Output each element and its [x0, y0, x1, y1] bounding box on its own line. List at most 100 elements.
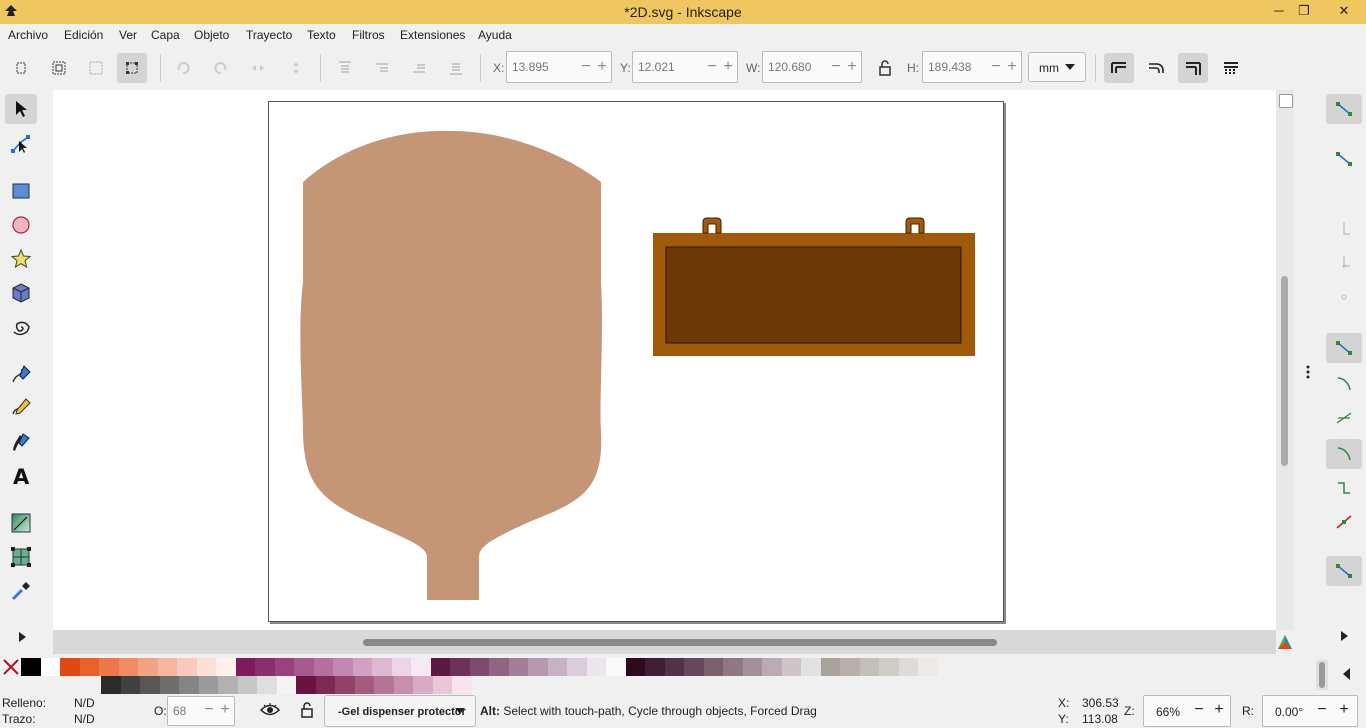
opacity-decrement-button[interactable]: −	[202, 701, 216, 719]
color-swatch[interactable]	[333, 658, 353, 676]
raise-icon[interactable]	[367, 53, 397, 83]
raise-to-top-icon[interactable]	[330, 53, 360, 83]
color-swatch[interactable]	[79, 658, 99, 676]
vertical-scrollbar[interactable]	[1276, 90, 1294, 630]
snap-bbox-midpoint-icon[interactable]	[1326, 282, 1362, 312]
menu-objeto[interactable]: Objeto	[194, 28, 229, 42]
color-swatch[interactable]	[60, 658, 80, 676]
snap-bbox-icon[interactable]	[1326, 144, 1362, 174]
color-swatch[interactable]	[918, 658, 938, 676]
color-swatch[interactable]	[547, 658, 567, 676]
select-all-icon[interactable]	[6, 53, 36, 83]
color-swatch[interactable]	[21, 658, 41, 676]
opacity-spinbox[interactable]: 68 − +	[167, 696, 235, 726]
rotation-increment-button[interactable]: +	[1337, 701, 1351, 719]
color-swatch[interactable]	[120, 676, 140, 694]
w-decrement-button[interactable]: −	[829, 58, 843, 76]
color-swatch[interactable]	[508, 658, 528, 676]
color-swatch[interactable]	[101, 676, 121, 694]
snap-path-icon[interactable]	[1326, 369, 1362, 399]
rotate-cw-icon[interactable]	[206, 53, 236, 83]
color-swatch[interactable]	[801, 658, 821, 676]
color-swatch[interactable]	[198, 676, 218, 694]
horizontal-scroll-thumb[interactable]	[363, 639, 997, 646]
color-swatch[interactable]	[354, 676, 374, 694]
fill-value[interactable]: N/D	[74, 696, 95, 710]
color-swatch[interactable]	[255, 658, 275, 676]
palette-menu-icon[interactable]	[1342, 668, 1352, 680]
color-swatch[interactable]	[257, 676, 277, 694]
stroke-value[interactable]: N/D	[74, 712, 95, 726]
lower-to-bottom-icon[interactable]	[441, 53, 471, 83]
menu-ayuda[interactable]: Ayuda	[478, 28, 512, 42]
pencil-tool-icon[interactable]	[6, 393, 36, 423]
zoom-increment-button[interactable]: +	[1212, 701, 1226, 719]
snap-others-icon[interactable]	[1326, 556, 1362, 586]
color-swatch[interactable]	[452, 676, 472, 694]
eye-icon[interactable]	[260, 703, 280, 717]
color-swatch[interactable]	[586, 658, 606, 676]
color-swatch[interactable]	[138, 658, 158, 676]
menu-texto[interactable]: Texto	[307, 28, 336, 42]
horizontal-scrollbar[interactable]	[53, 630, 1292, 654]
menu-capa[interactable]: Capa	[151, 28, 180, 42]
dock-handle[interactable]	[1295, 90, 1321, 630]
mesh-tool-icon[interactable]	[6, 542, 36, 572]
scale-corners-icon[interactable]	[1141, 53, 1171, 83]
color-swatch[interactable]	[157, 658, 177, 676]
circle-tool-icon[interactable]	[6, 210, 36, 240]
color-swatch[interactable]	[335, 676, 355, 694]
transform-patterns-icon[interactable]	[1216, 53, 1246, 83]
color-swatch[interactable]	[742, 658, 762, 676]
color-swatch[interactable]	[179, 676, 199, 694]
expand-snap-icon[interactable]	[1336, 621, 1352, 651]
color-swatch[interactable]	[118, 658, 138, 676]
maximize-button[interactable]: ❐	[1291, 2, 1317, 20]
color-manage-icon[interactable]	[1277, 634, 1293, 650]
menu-trayecto[interactable]: Trayecto	[246, 28, 292, 42]
vertical-scroll-thumb[interactable]	[1281, 276, 1288, 466]
color-swatch[interactable]	[820, 658, 840, 676]
color-swatch[interactable]	[625, 658, 645, 676]
color-swatch[interactable]	[276, 676, 296, 694]
menu-extensiones[interactable]: Extensiones	[400, 28, 465, 42]
color-swatch[interactable]	[313, 658, 333, 676]
rotation-decrement-button[interactable]: −	[1315, 701, 1329, 719]
no-paint-icon[interactable]	[2, 658, 20, 676]
touch-select-icon[interactable]	[117, 53, 147, 83]
color-swatch[interactable]	[216, 658, 236, 676]
color-swatch[interactable]	[684, 658, 704, 676]
close-button[interactable]: ✕	[1326, 2, 1362, 20]
node-tool-icon[interactable]	[6, 129, 36, 159]
y-spinbox[interactable]: 12.021 − +	[632, 51, 738, 83]
color-swatch[interactable]	[528, 658, 548, 676]
color-swatch[interactable]	[432, 676, 452, 694]
color-swatch[interactable]	[567, 658, 587, 676]
hanger-left[interactable]	[702, 217, 722, 234]
color-swatch[interactable]	[237, 676, 257, 694]
menu-edicion[interactable]: Edición	[64, 28, 103, 42]
color-swatch[interactable]	[723, 658, 743, 676]
color-swatch[interactable]	[840, 658, 860, 676]
palette-scroll-thumb[interactable]	[1319, 662, 1325, 688]
h-decrement-button[interactable]: −	[989, 58, 1003, 76]
color-swatch[interactable]	[99, 658, 119, 676]
color-swatch[interactable]	[40, 658, 60, 676]
pen-tool-icon[interactable]	[6, 359, 36, 389]
color-swatch[interactable]	[489, 658, 509, 676]
color-swatch[interactable]	[159, 676, 179, 694]
menu-archivo[interactable]: Archivo	[8, 28, 48, 42]
select-tool-icon[interactable]	[5, 94, 37, 124]
w-spinbox[interactable]: 120.680 − +	[762, 51, 862, 83]
color-swatch[interactable]	[393, 676, 413, 694]
expand-tools-icon[interactable]	[12, 622, 32, 652]
color-swatch[interactable]	[352, 658, 372, 676]
color-swatch[interactable]	[898, 658, 918, 676]
menu-ver[interactable]: Ver	[119, 28, 137, 42]
color-swatch[interactable]	[703, 658, 723, 676]
color-swatch[interactable]	[430, 658, 450, 676]
color-swatch[interactable]	[606, 658, 626, 676]
snap-cusp-icon[interactable]	[1326, 439, 1362, 469]
color-swatch[interactable]	[391, 658, 411, 676]
color-swatch[interactable]	[274, 658, 294, 676]
